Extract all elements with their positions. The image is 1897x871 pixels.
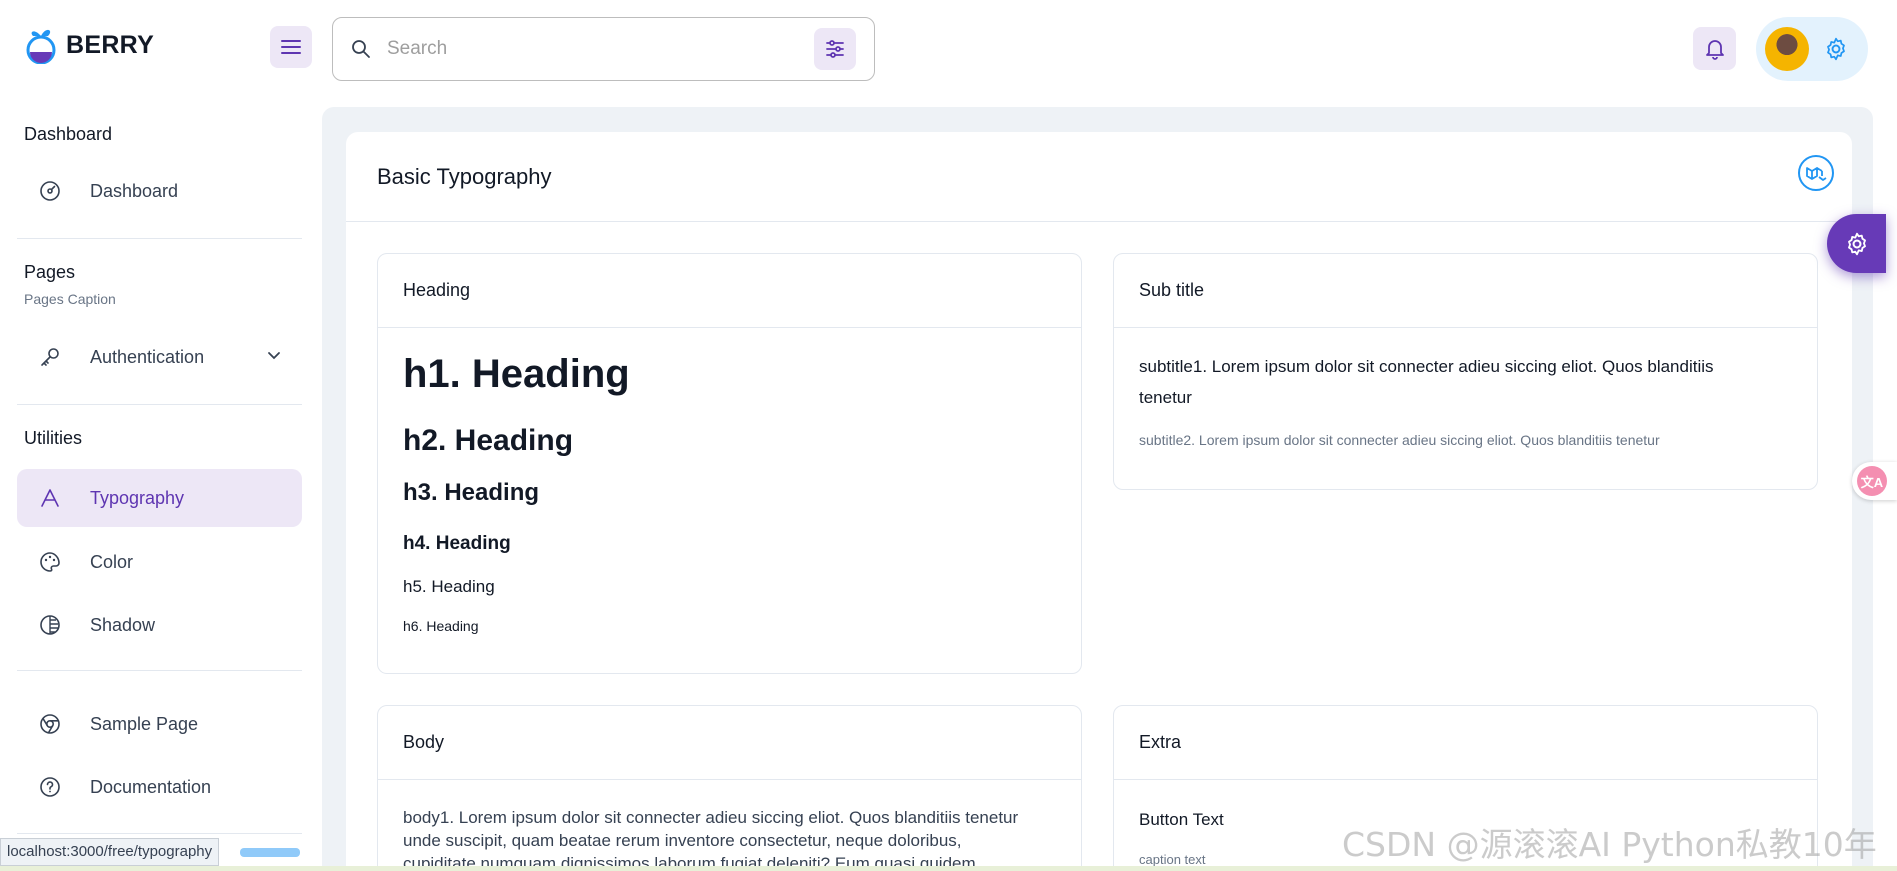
settings-icon bbox=[1847, 232, 1866, 255]
h6-sample: h6. Heading bbox=[403, 618, 479, 634]
button-text-sample: Button Text bbox=[1139, 810, 1224, 829]
sidebar: Dashboard Dashboard Pages Pages Caption … bbox=[0, 98, 320, 871]
h1-sample: h1. Heading bbox=[403, 352, 630, 396]
sidebar-item-sample-page[interactable]: Sample Page bbox=[17, 695, 302, 753]
heading-card-title: Heading bbox=[378, 254, 1081, 328]
search-icon bbox=[352, 40, 370, 58]
sidebar-divider bbox=[17, 238, 302, 239]
brand-name: BERRY bbox=[66, 30, 155, 59]
palette-icon bbox=[37, 549, 63, 575]
card-header: Basic Typography bbox=[346, 132, 1852, 222]
sidebar-divider bbox=[17, 670, 302, 671]
sidebar-item-label: Sample Page bbox=[90, 713, 199, 734]
sidebar-group-title: Pages bbox=[24, 262, 76, 282]
brand-logo[interactable]: BERRY bbox=[24, 26, 154, 64]
berry-logo-icon bbox=[26, 29, 56, 64]
subtitle-card: Sub title subtitle1. Lorem ipsum dolor s… bbox=[1113, 253, 1818, 490]
sidebar-group-caption: Pages Caption bbox=[24, 291, 116, 307]
sidebar-item-documentation[interactable]: Documentation bbox=[17, 758, 302, 816]
sidebar-item-dashboard[interactable]: Dashboard bbox=[17, 162, 302, 220]
sidebar-item-shadow[interactable]: Shadow bbox=[17, 596, 302, 654]
sidebar-item-label: Shadow bbox=[90, 614, 156, 635]
sidebar-divider bbox=[17, 404, 302, 405]
typography-card: Basic Typography Heading h1. Heading h2.… bbox=[346, 132, 1852, 871]
page-title: Basic Typography bbox=[377, 164, 552, 189]
body-card: Body body1. Lorem ipsum dolor sit connec… bbox=[377, 705, 1082, 871]
sidebar-group-title: Utilities bbox=[24, 428, 83, 448]
search-box[interactable]: Search bbox=[332, 17, 875, 81]
translate-icon: 文A bbox=[1857, 466, 1887, 496]
brand-chrome-icon bbox=[37, 711, 63, 737]
profile-button[interactable] bbox=[1756, 17, 1868, 81]
sidebar-item-label: Typography bbox=[90, 487, 185, 508]
sidebar-item-color[interactable]: Color bbox=[17, 533, 302, 591]
typography-icon bbox=[37, 485, 63, 511]
body1-line-2: unde suscipit, quam beatae rerum invento… bbox=[403, 831, 962, 850]
h4-sample: h4. Heading bbox=[403, 533, 511, 554]
customization-fab[interactable] bbox=[1827, 214, 1886, 273]
help-icon bbox=[37, 774, 63, 800]
caption-text-sample: caption text bbox=[1139, 852, 1206, 867]
h2-sample: h2. Heading bbox=[403, 424, 574, 457]
bottom-edge bbox=[0, 866, 1897, 871]
sidebar-item-label: Authentication bbox=[90, 346, 205, 367]
sidebar-item-authentication[interactable]: Authentication bbox=[17, 328, 302, 386]
bell-icon bbox=[1705, 39, 1724, 60]
body1-line-1: body1. Lorem ipsum dolor sit connecter a… bbox=[403, 808, 1019, 827]
sidebar-toggle-button[interactable] bbox=[270, 26, 312, 68]
status-url-tooltip: localhost:3000/free/typography bbox=[0, 838, 220, 866]
search-input[interactable]: Search bbox=[387, 38, 447, 60]
filter-icon bbox=[826, 40, 844, 58]
subtitle-card-title: Sub title bbox=[1114, 254, 1817, 328]
sidebar-item-label: Dashboard bbox=[90, 180, 179, 201]
sidebar-item-label: Color bbox=[90, 551, 134, 572]
menu-icon bbox=[281, 40, 301, 54]
sidebar-scrollbar[interactable] bbox=[240, 848, 300, 857]
subtitle1-line-2: tenetur bbox=[1139, 388, 1192, 407]
translate-widget[interactable]: 文A bbox=[1852, 462, 1897, 500]
search-filter-button[interactable] bbox=[814, 28, 856, 70]
h5-sample: h5. Heading bbox=[403, 577, 495, 596]
h3-sample: h3. Heading bbox=[403, 479, 540, 506]
top-header: BERRY Search bbox=[0, 0, 1897, 98]
sidebar-divider bbox=[17, 833, 302, 834]
sidebar-group-title: Dashboard bbox=[24, 124, 113, 144]
avatar[interactable] bbox=[1765, 27, 1809, 71]
chevron-down-icon[interactable] bbox=[266, 347, 282, 363]
watermark: CSDN @源滚滚AI Python私教10年 bbox=[1342, 825, 1877, 864]
mui-link-button[interactable] bbox=[1798, 155, 1834, 191]
key-icon bbox=[37, 344, 63, 370]
dashboard-icon bbox=[37, 178, 63, 204]
body-card-title: Body bbox=[378, 706, 1081, 780]
mui-logo-icon bbox=[1806, 167, 1827, 181]
heading-card: Heading h1. Heading h2. Heading h3. Head… bbox=[377, 253, 1082, 674]
notification-button[interactable] bbox=[1693, 27, 1736, 70]
app-root: BERRY Search Dashboard Dashboard Pages P… bbox=[0, 0, 1897, 871]
settings-icon[interactable] bbox=[1823, 36, 1849, 62]
subtitle2-text: subtitle2. Lorem ipsum dolor sit connect… bbox=[1139, 432, 1660, 448]
sidebar-item-typography[interactable]: Typography bbox=[17, 469, 302, 527]
shadow-icon bbox=[37, 612, 63, 638]
sidebar-item-label: Documentation bbox=[90, 776, 212, 797]
extra-card-title: Extra bbox=[1114, 706, 1817, 780]
subtitle1-line-1: subtitle1. Lorem ipsum dolor sit connect… bbox=[1139, 357, 1714, 376]
